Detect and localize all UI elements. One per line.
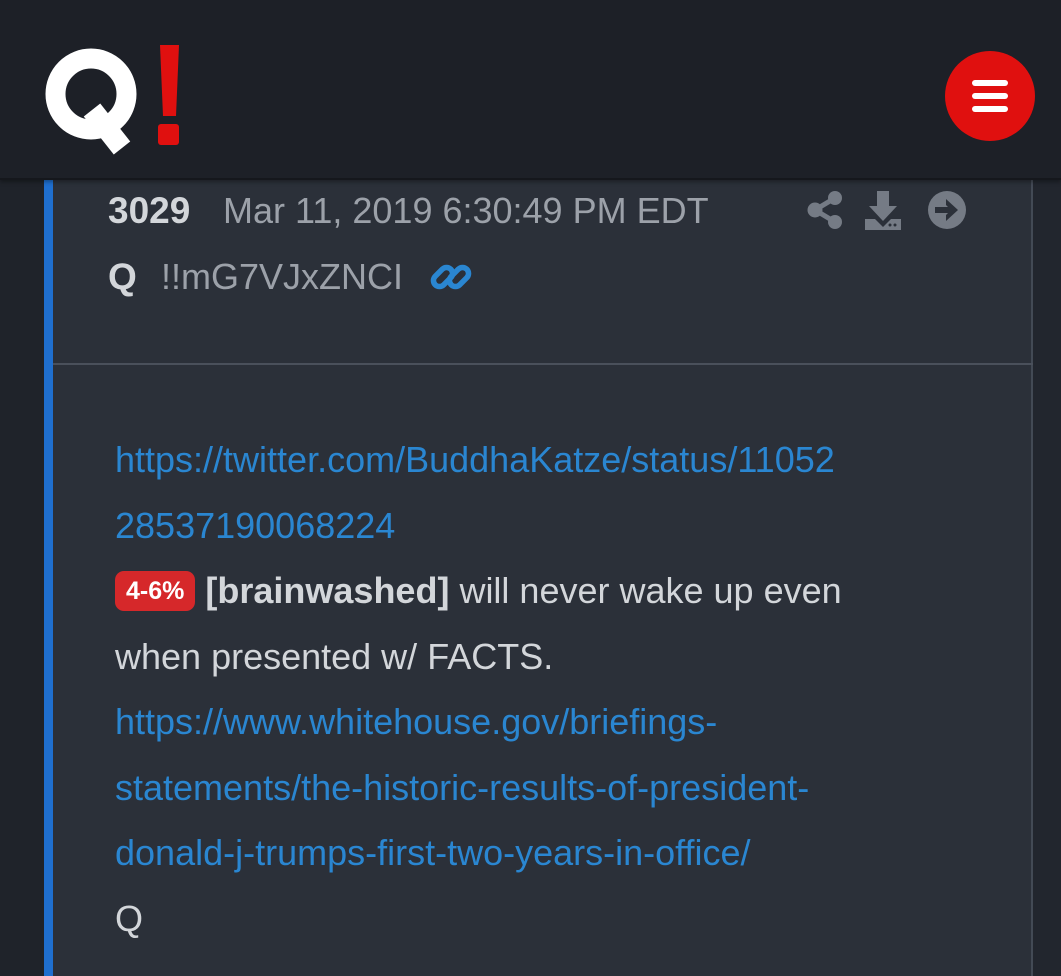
link-icon[interactable]: [430, 256, 472, 298]
twitter-link-line-1: https://twitter.com/BuddhaKatze/status/1…: [115, 439, 835, 480]
whitehouse-link-line-2: statements/the-historic-results-of-presi…: [115, 766, 810, 808]
whitehouse-link-line-3: donald-j-trumps-first-two-years-in-offic…: [115, 832, 751, 873]
post-accent-bar: [44, 180, 53, 976]
twitter-link-line-2: 28537190068224: [115, 504, 396, 546]
menu-button[interactable]: [945, 51, 1035, 141]
post-card: 3029 Mar 11, 2019 6:30:49 PM EDT Q !!mG7…: [53, 180, 1033, 976]
post-body: https://twitter.com/BuddhaKatze/status/1…: [115, 427, 995, 951]
arrow-right-icon[interactable]: [927, 190, 967, 230]
percentage-badge: 4-6%: [115, 571, 196, 611]
download-icon[interactable]: [863, 189, 903, 231]
post-number: 3029: [108, 190, 191, 231]
post-author: Q: [108, 256, 137, 297]
whitehouse-link-line-1: https://www.whitehouse.gov/briefings-: [115, 701, 718, 742]
post-tripcode: !!mG7VJxZNCI: [161, 256, 404, 297]
body-text-line-2: when presented w/ FACTS.: [115, 635, 554, 677]
whitehouse-link[interactable]: https://www.whitehouse.gov/briefings- st…: [115, 689, 995, 886]
body-text-line-1: 4-6% [brainwashed] will never wake up ev…: [115, 558, 995, 624]
page-margin: [0, 180, 44, 976]
q-logo[interactable]: [44, 38, 194, 158]
hamburger-menu-icon: [972, 80, 1008, 112]
share-icon[interactable]: [806, 190, 844, 230]
bold-tag-text: [brainwashed]: [205, 570, 450, 611]
post-signature: Q: [115, 897, 144, 939]
top-navigation-bar: [0, 0, 1061, 180]
post-date: Mar 11, 2019 6:30:49 PM EDT: [223, 190, 709, 231]
header-divider: [53, 363, 1033, 365]
post-header: 3029 Mar 11, 2019 6:30:49 PM EDT Q !!mG7…: [53, 180, 1031, 363]
body-text-line-1-rest: will never wake up even: [449, 570, 842, 611]
twitter-link[interactable]: https://twitter.com/BuddhaKatze/status/1…: [115, 427, 995, 558]
